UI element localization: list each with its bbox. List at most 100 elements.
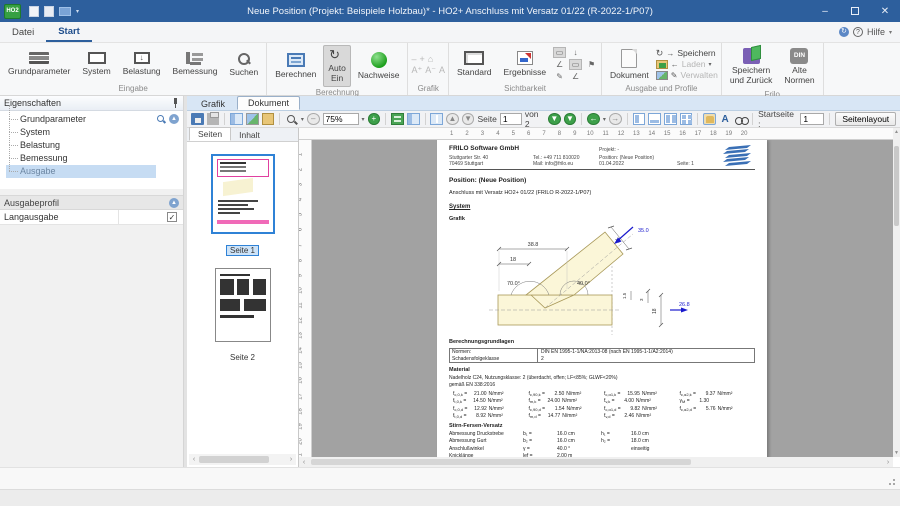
find-icon[interactable] (734, 113, 747, 125)
seitenlayout-button[interactable]: Seitenlayout (835, 112, 896, 126)
tab-start[interactable]: Start (46, 23, 92, 42)
layout-save-icon[interactable] (648, 113, 661, 125)
zoom-home-icon[interactable]: ⌂ (428, 54, 433, 64)
pan-hand-icon[interactable] (703, 113, 716, 125)
scroll-up-icon[interactable]: ▲ (893, 128, 900, 136)
standard-button[interactable]: Standard (452, 48, 497, 80)
quick-access-caret-icon[interactable]: ▾ (76, 8, 79, 15)
auto-ein-toggle[interactable]: ↻AutoEin (323, 45, 351, 87)
scroll-left-icon[interactable]: ‹ (299, 459, 309, 466)
profil-speichern-button[interactable]: Speichern (677, 48, 715, 58)
page-number-input[interactable] (500, 113, 522, 125)
layout-grid-icon[interactable] (680, 113, 693, 125)
visibility-dim-icon[interactable]: ▭ (569, 59, 582, 70)
page-last-button[interactable]: ▼ (564, 113, 577, 125)
zoom-out-button[interactable]: – (307, 113, 320, 125)
scrollbar-thumb[interactable] (199, 456, 269, 463)
dokument-button[interactable]: Dokument (605, 46, 654, 83)
visibility-corner-icon[interactable]: ∠ (569, 71, 582, 82)
thumbnails-toggle-icon[interactable] (230, 113, 243, 125)
thumbnail-page-2[interactable] (215, 268, 271, 342)
text-select-icon[interactable]: A (719, 113, 732, 125)
thumbnails-hscrollbar[interactable]: ‹ › (189, 454, 296, 465)
belastung-button[interactable]: ↓Belastung (118, 49, 166, 79)
berechnen-button[interactable]: Berechnen (270, 50, 321, 82)
visibility-load-icon[interactable]: ↓ (569, 47, 582, 58)
visibility-pencil-icon[interactable]: ✎ (553, 71, 566, 82)
graphic-view-icon[interactable] (246, 113, 259, 125)
new-document-icon[interactable] (29, 6, 39, 17)
langausgabe-checkbox[interactable]: ✓ (167, 212, 177, 222)
suchen-button[interactable]: Suchen (224, 49, 263, 80)
ausgabeprofil-collapse-icon[interactable]: ▲ (169, 198, 179, 208)
page-down-button[interactable]: ▼ (548, 113, 561, 125)
save-icon[interactable] (44, 6, 54, 17)
startseite-input[interactable] (800, 113, 824, 125)
maximize-button[interactable] (840, 0, 870, 22)
scroll-left-icon[interactable]: ‹ (189, 456, 199, 463)
tree-item[interactable]: Ausgabe (6, 165, 156, 178)
font-larger-icon[interactable]: A⁺ (411, 65, 422, 75)
ausgabeprofil-header[interactable]: Ausgabeprofil ▲ (0, 195, 183, 210)
visibility-ruler-icon[interactable]: ▭ (553, 47, 566, 58)
help-caret-icon[interactable]: ▾ (889, 29, 892, 36)
document-hscrollbar[interactable]: ‹ › (299, 457, 893, 467)
tree-item[interactable]: Grundparameter (6, 113, 156, 126)
hscrollbar-thumb[interactable] (311, 459, 691, 465)
scroll-right-icon[interactable]: › (883, 459, 893, 466)
tab-inhalt[interactable]: Inhalt (231, 129, 268, 141)
save-document-icon[interactable] (191, 113, 204, 125)
font-reset-icon[interactable]: A (439, 65, 445, 75)
vscrollbar-thumb[interactable] (894, 146, 899, 226)
pin-icon[interactable] (171, 98, 179, 108)
fit-width-icon[interactable] (407, 113, 420, 125)
help-label[interactable]: Hilfe (867, 27, 885, 37)
visibility-angle-icon[interactable]: ∠ (553, 59, 566, 70)
tab-grafik[interactable]: Grafik (191, 98, 235, 110)
next-page-button[interactable]: ▼ (462, 113, 475, 125)
zoom-out-icon[interactable]: – (411, 54, 416, 64)
thumbnail-page-1[interactable] (211, 154, 275, 234)
prev-page-button[interactable]: ▲ (446, 113, 459, 125)
font-smaller-icon[interactable]: A⁻ (425, 65, 436, 75)
tree-search-icon[interactable] (156, 114, 166, 124)
tab-seiten[interactable]: Seiten (189, 127, 231, 141)
tree-item[interactable]: Belastung (6, 139, 156, 152)
bemessung-button[interactable]: Bemessung (168, 49, 223, 79)
grundparameter-button[interactable]: Grundparameter (3, 49, 75, 79)
tree-item[interactable]: Bemessung (6, 152, 156, 165)
history-caret-icon[interactable]: ▾ (603, 116, 606, 123)
history-back-icon[interactable]: ← (587, 113, 600, 125)
speichern-und-zurueck-button[interactable]: Speichernund Zurück (725, 45, 778, 89)
sync-icon[interactable]: ↻ (839, 27, 849, 37)
zoom-input[interactable] (323, 113, 359, 125)
tab-dokument[interactable]: Dokument (237, 96, 300, 110)
nachweise-button[interactable]: Nachweise (353, 49, 405, 83)
window-icon[interactable] (59, 7, 71, 16)
profil-verwalten-button[interactable]: Verwalten (681, 70, 718, 80)
close-button[interactable]: ✕ (870, 0, 900, 22)
print-icon[interactable] (207, 113, 220, 125)
document-vscrollbar[interactable]: ▲ ▼ (893, 128, 900, 457)
resize-grip[interactable] (885, 475, 895, 485)
history-forward-icon[interactable]: → (609, 113, 622, 125)
layout-single-icon[interactable] (633, 113, 646, 125)
profil-laden-button[interactable]: Laden (682, 59, 706, 69)
zoom-menu-caret-icon[interactable]: ▾ (301, 116, 304, 123)
zoom-caret-icon[interactable]: ▾ (362, 116, 365, 123)
fit-page-icon[interactable] (391, 113, 404, 125)
alte-normen-button[interactable]: DINAlteNormen (779, 45, 819, 89)
layout-two-pages-icon[interactable] (664, 113, 677, 125)
visibility-flag-icon[interactable]: ⚑ (585, 59, 598, 70)
zoom-in-icon[interactable]: + (419, 54, 424, 64)
system-button[interactable]: System (77, 49, 115, 79)
zoom-in-button[interactable]: + (368, 113, 381, 125)
tab-datei[interactable]: Datei (0, 24, 46, 41)
minimize-button[interactable]: – (810, 0, 840, 22)
ergebnisse-button[interactable]: Ergebnisse (499, 48, 552, 80)
scroll-down-icon[interactable]: ▼ (893, 449, 900, 457)
tree-item[interactable]: System (6, 126, 156, 139)
profile-refresh-icon[interactable]: ↻ (656, 48, 664, 58)
book-view-icon[interactable] (430, 113, 443, 125)
zoom-menu-icon[interactable] (285, 113, 298, 125)
